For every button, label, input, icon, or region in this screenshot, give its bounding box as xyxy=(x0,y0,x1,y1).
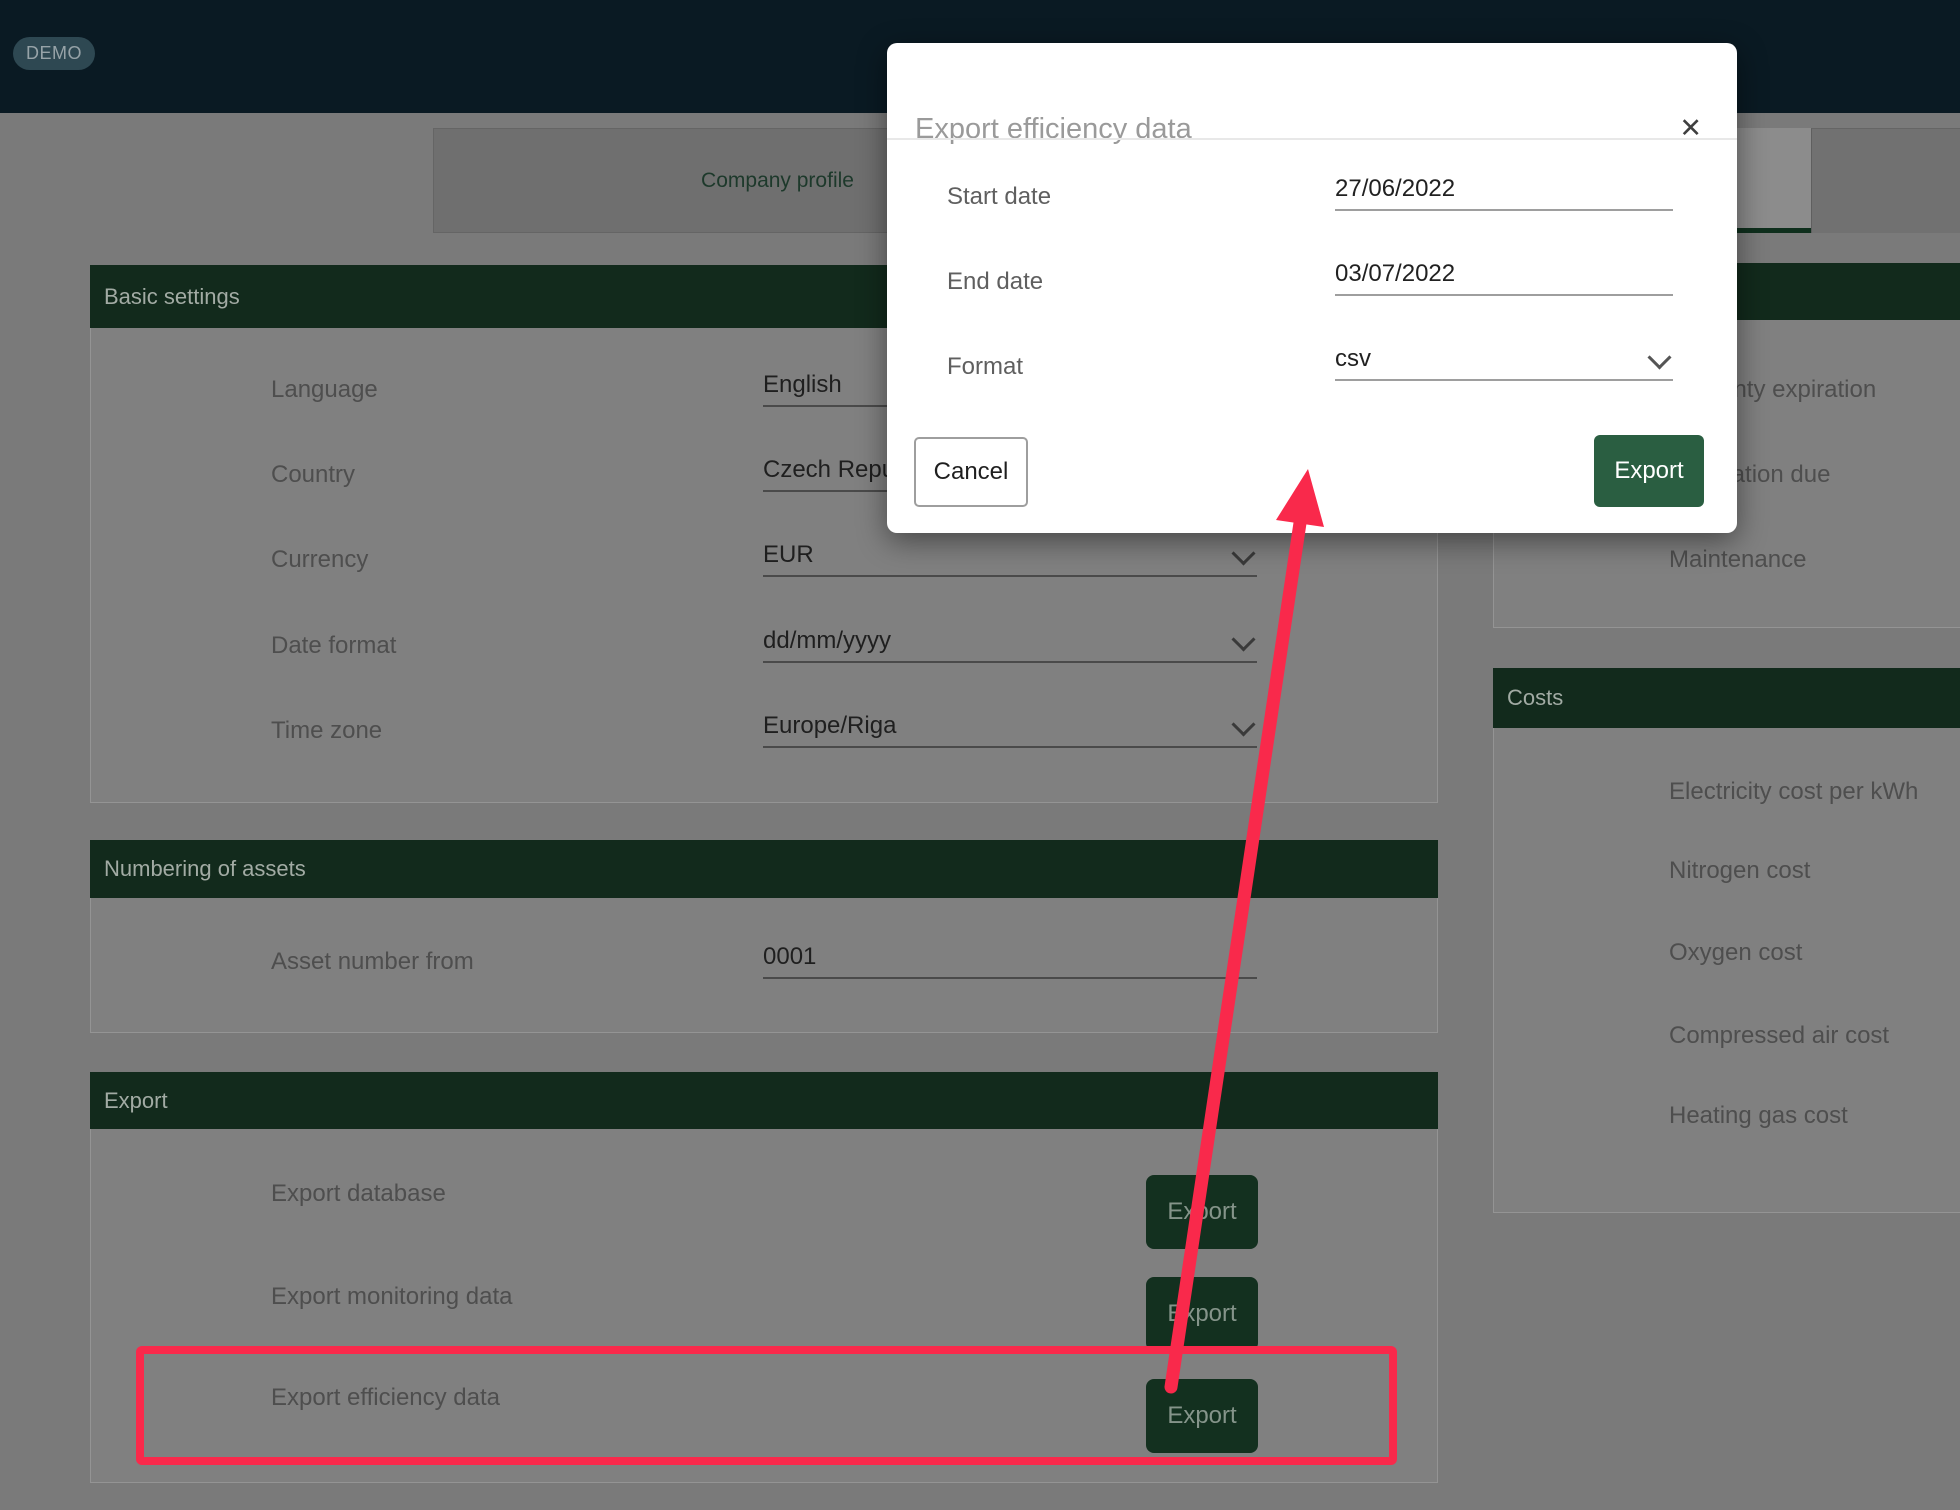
export-title: Export xyxy=(104,1088,168,1114)
asset-number-input[interactable]: 0001 xyxy=(763,943,1257,979)
costs-header: Costs xyxy=(1493,668,1960,728)
export-monitoring-button[interactable]: Export xyxy=(1146,1277,1258,1351)
numbering-header: Numbering of assets xyxy=(90,840,1438,898)
export-efficiency-label: Export efficiency data xyxy=(271,1384,500,1412)
asset-number-value: 0001 xyxy=(763,943,816,970)
costs-title: Costs xyxy=(1507,685,1563,711)
currency-select[interactable]: EUR xyxy=(763,541,1257,577)
export-button[interactable]: Export xyxy=(1594,435,1704,507)
start-date-input[interactable]: 27/06/2022 xyxy=(1335,175,1673,211)
compressed-air-cost-label: Compressed air cost xyxy=(1669,1022,1889,1050)
time-zone-value: Europe/Riga xyxy=(763,712,896,739)
tab-company-profile-label: Company profile xyxy=(701,169,854,193)
dialog-divider xyxy=(887,138,1737,140)
costs-card: Costs Electricity cost per kWh Nitrogen … xyxy=(1493,668,1960,1213)
basic-settings-title: Basic settings xyxy=(104,284,240,310)
export-efficiency-button[interactable]: Export xyxy=(1146,1379,1258,1453)
format-select[interactable]: csv xyxy=(1335,345,1673,381)
export-database-button[interactable]: Export xyxy=(1146,1175,1258,1249)
start-date-label: Start date xyxy=(947,183,1051,211)
date-format-label: Date format xyxy=(271,632,396,660)
end-date-value: 03/07/2022 xyxy=(1335,260,1455,287)
currency-value: EUR xyxy=(763,541,814,568)
language-value: English xyxy=(763,371,842,398)
nitrogen-cost-label: Nitrogen cost xyxy=(1669,857,1810,885)
export-efficiency-dialog: Export efficiency data ✕ Start date 27/0… xyxy=(887,43,1737,533)
chevron-down-icon xyxy=(1235,631,1251,647)
cancel-button[interactable]: Cancel xyxy=(914,437,1028,507)
demo-badge: DEMO xyxy=(13,37,95,70)
time-zone-select[interactable]: Europe/Riga xyxy=(763,712,1257,748)
format-label: Format xyxy=(947,353,1023,381)
export-header: Export xyxy=(90,1072,1438,1129)
end-date-label: End date xyxy=(947,268,1043,296)
export-monitoring-label: Export monitoring data xyxy=(271,1283,512,1311)
numbering-title: Numbering of assets xyxy=(104,856,306,882)
country-label: Country xyxy=(271,461,355,489)
format-value: csv xyxy=(1335,345,1371,372)
language-label: Language xyxy=(271,376,378,404)
end-date-input[interactable]: 03/07/2022 xyxy=(1335,260,1673,296)
date-format-value: dd/mm/yyyy xyxy=(763,627,891,654)
electricity-cost-label: Electricity cost per kWh xyxy=(1669,778,1918,806)
export-database-label: Export database xyxy=(271,1180,446,1208)
asset-number-label: Asset number from xyxy=(271,948,474,976)
dialog-title: Export efficiency data xyxy=(915,113,1192,146)
start-date-value: 27/06/2022 xyxy=(1335,175,1455,202)
oxygen-cost-label: Oxygen cost xyxy=(1669,939,1802,967)
tab-next[interactable] xyxy=(1811,128,1960,233)
currency-label: Currency xyxy=(271,546,368,574)
maintenance-label: Maintenance xyxy=(1669,546,1806,574)
chevron-down-icon xyxy=(1651,349,1667,365)
numbering-card: Numbering of assets Asset number from 00… xyxy=(90,840,1438,1033)
export-card: Export Export database Export Export mon… xyxy=(90,1072,1438,1483)
chevron-down-icon xyxy=(1235,545,1251,561)
heating-gas-cost-label: Heating gas cost xyxy=(1669,1102,1848,1130)
time-zone-label: Time zone xyxy=(271,717,382,745)
chevron-down-icon xyxy=(1235,716,1251,732)
date-format-select[interactable]: dd/mm/yyyy xyxy=(763,627,1257,663)
